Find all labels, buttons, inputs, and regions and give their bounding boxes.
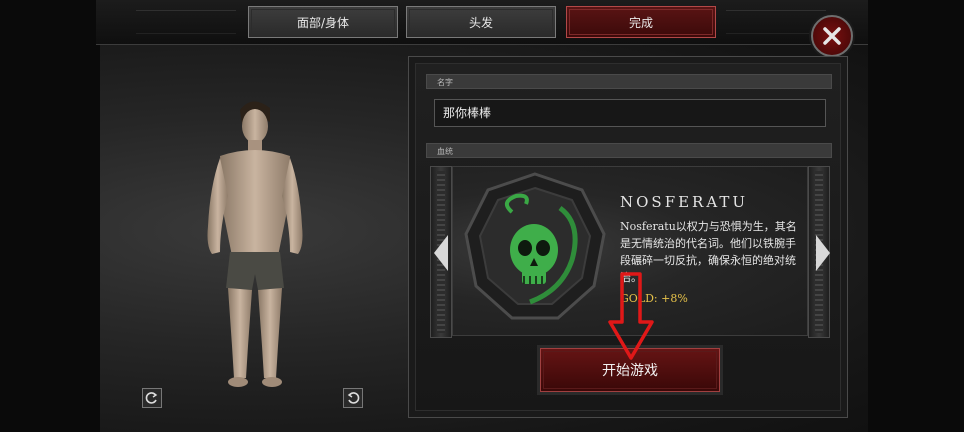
rotate-right-button[interactable] xyxy=(343,388,363,408)
close-icon xyxy=(823,27,841,45)
tab-face-body[interactable]: 面部/身体 xyxy=(248,6,398,38)
bloodline-label: 血统 xyxy=(426,143,832,158)
character-creation-screen: 面部/身体 头发 完成 名字 那你棒棒 血统 NOSFERATU Nosfera… xyxy=(0,0,964,432)
right-letterbox xyxy=(868,0,964,432)
tab-hair[interactable]: 头发 xyxy=(406,6,556,38)
clan-name: NOSFERATU xyxy=(620,193,749,211)
character-model xyxy=(207,101,303,387)
name-label: 名字 xyxy=(426,74,832,89)
name-input[interactable]: 那你棒棒 xyxy=(434,99,826,127)
arrow-right-icon[interactable] xyxy=(816,235,830,271)
arrow-left-icon[interactable] xyxy=(434,235,448,271)
rotate-left-button[interactable] xyxy=(142,388,162,408)
skull-emblem-icon xyxy=(464,172,606,320)
red-arrow-down-icon xyxy=(608,272,654,360)
tab-finish[interactable]: 完成 xyxy=(566,6,716,38)
left-letterbox xyxy=(0,0,100,432)
rotate-left-icon xyxy=(145,392,158,404)
rotate-right-icon xyxy=(347,392,360,404)
top-ornament-left xyxy=(136,10,236,34)
close-button[interactable] xyxy=(811,15,853,57)
